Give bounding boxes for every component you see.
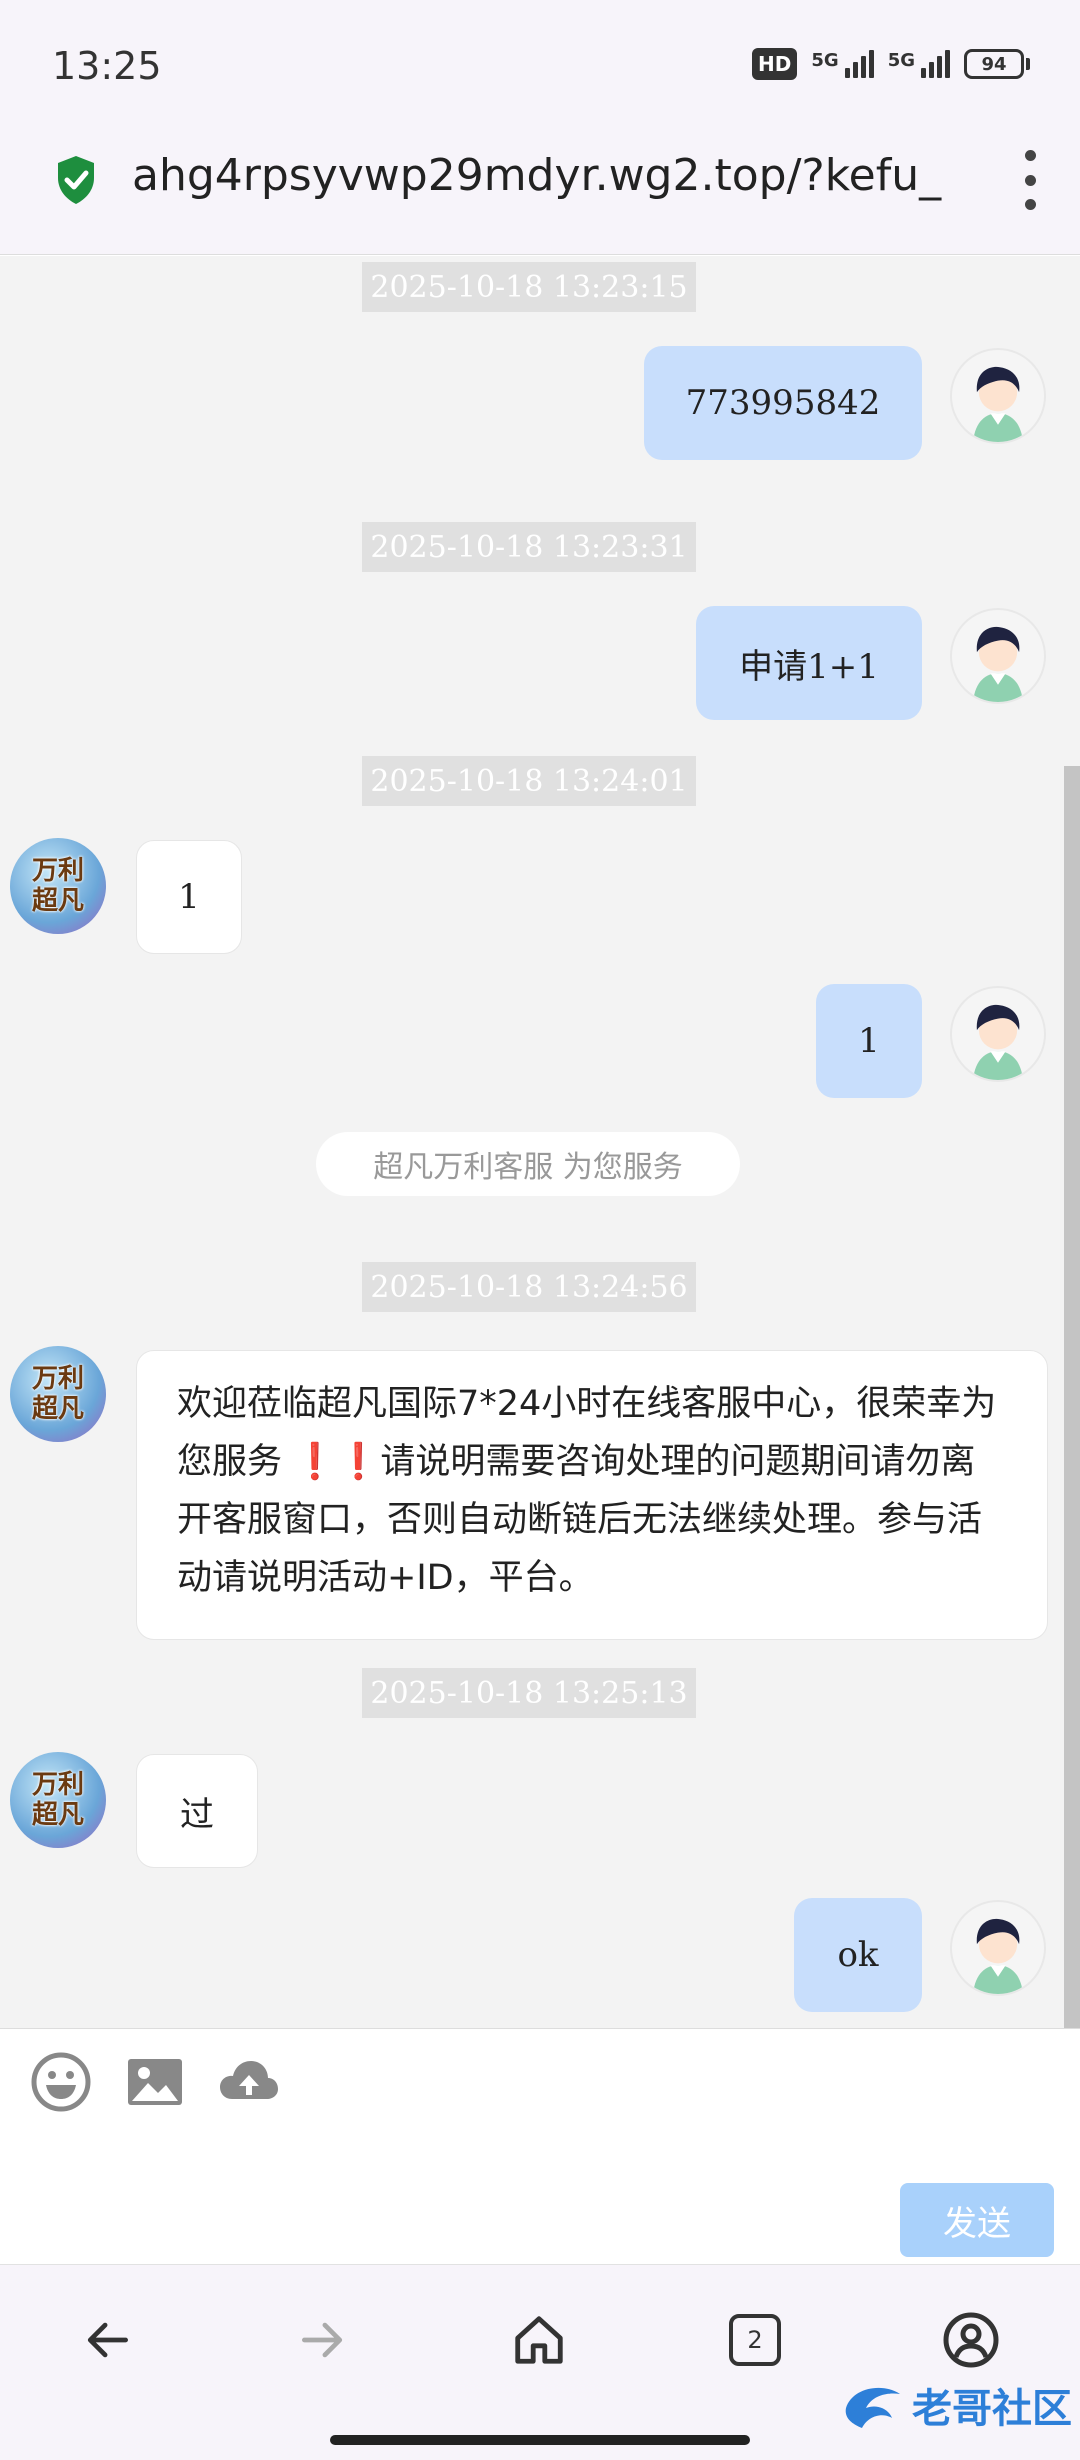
user-avatar [950,608,1046,704]
status-bar: 13:25 HD 5G 5G 94 [0,0,1080,120]
agent-message-bubble: 过 [136,1754,258,1868]
browser-url-bar: ahg4rpsyvwp29mdyr.wg2.top/?kefu_ [0,120,1080,255]
url-field[interactable]: ahg4rpsyvwp29mdyr.wg2.top/?kefu_ [132,150,952,201]
scrollbar[interactable] [1064,766,1080,2028]
user-avatar [950,1900,1046,1996]
tabs-button[interactable]: 2 [720,2305,790,2375]
secure-shield-icon[interactable] [54,154,98,206]
watermark-dragon-icon [845,2387,900,2428]
agent-avatar: 万利 超凡 [10,1346,106,1442]
status-icons: HD 5G 5G 94 [752,48,1030,80]
forward-arrow-icon[interactable] [288,2305,358,2375]
image-icon[interactable] [124,2051,186,2113]
user-message-bubble: 1 [816,984,922,1098]
user-message-bubble: 773995842 [644,346,922,460]
signal-icon-1: 5G [811,50,874,78]
agent-avatar: 万利 超凡 [10,1752,106,1848]
gesture-home-bar[interactable] [330,2435,750,2445]
user-avatar [950,986,1046,1082]
agent-message-bubble: 1 [136,840,242,954]
message-composer[interactable]: 发送 [0,2028,1080,2264]
home-icon[interactable] [504,2305,574,2375]
system-notice: 超凡万利客服 为您服务 [316,1132,740,1196]
upload-cloud-icon[interactable] [218,2051,280,2113]
send-button[interactable]: 发送 [900,2183,1054,2257]
agent-avatar: 万利 超凡 [10,838,106,934]
agent-welcome-message: 欢迎莅临超凡国际7*24小时在线客服中心，很荣幸为您服务 ❗❗请说明需要咨询处理… [136,1350,1048,1640]
watermark-logo: 老哥社区 [842,2365,1072,2445]
browser-bottom-nav: 2 老哥社区 [0,2264,1080,2460]
message-timestamp: 2025-10-18 13:24:01 [362,756,696,806]
hd-voice-icon: HD [752,48,798,80]
status-time: 13:25 [52,44,162,88]
exclamation-icon: ❗❗ [293,1442,381,1482]
emoji-icon[interactable] [30,2051,92,2113]
more-options-icon[interactable] [1020,150,1040,210]
user-avatar [950,348,1046,444]
user-message-bubble: ok [794,1898,922,2012]
tab-count: 2 [729,2314,781,2366]
user-message-bubble: 申请1+1 [696,606,922,720]
message-timestamp: 2025-10-18 13:25:13 [362,1668,696,1718]
message-timestamp: 2025-10-18 13:23:31 [362,522,696,572]
message-timestamp: 2025-10-18 13:23:15 [362,262,696,312]
chat-area[interactable]: 2025-10-18 13:23:15 773995842 2025-10-18… [0,256,1080,2028]
signal-icon-2: 5G [888,50,950,78]
back-arrow-icon[interactable] [72,2305,142,2375]
battery-icon: 94 [964,49,1030,79]
message-timestamp: 2025-10-18 13:24:56 [362,1262,696,1312]
